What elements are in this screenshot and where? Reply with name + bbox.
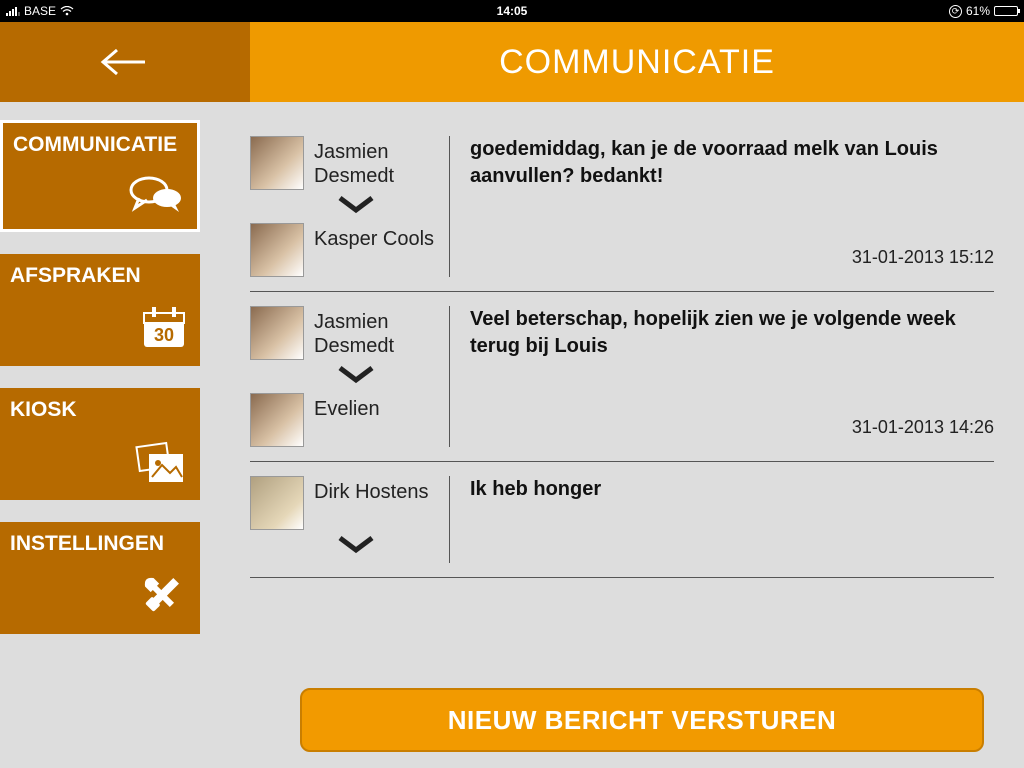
sender-name: Dirk Hostens [314, 480, 428, 504]
message-sender: Jasmien Desmedt [250, 306, 439, 360]
chevron-down-icon [336, 364, 376, 389]
sidebar-item-kiosk[interactable]: KIOSK [0, 388, 200, 500]
message-sender: Jasmien Desmedt [250, 136, 439, 190]
recipient-name: Evelien [314, 397, 380, 421]
message-timestamp: 31-01-2013 15:12 [852, 245, 994, 269]
message-row[interactable]: Dirk Hostens Ik heb honger [250, 462, 994, 578]
message-body: Veel beterschap, hopelijk zien we je vol… [470, 308, 956, 357]
wifi-icon [60, 4, 74, 19]
photos-icon [132, 441, 188, 490]
battery-icon [994, 6, 1018, 16]
sidebar-item-label: AFSPRAKEN [10, 264, 188, 288]
sender-name: Jasmien Desmedt [314, 310, 439, 358]
sender-name: Jasmien Desmedt [314, 140, 439, 188]
sidebar: COMMUNICATIE AFSPRAKEN 30 KIOSK INSTELLI… [0, 102, 210, 768]
message-recipient: Evelien [250, 393, 439, 447]
back-button[interactable] [0, 22, 250, 102]
page-title: COMMUNICATIE [250, 22, 1024, 102]
avatar [250, 476, 304, 530]
avatar [250, 223, 304, 277]
sidebar-item-label: COMMUNICATIE [13, 133, 185, 157]
message-row[interactable]: Jasmien Desmedt Evelien Veel beterschap,… [250, 292, 994, 462]
chevron-down-icon [336, 194, 376, 219]
orientation-lock-icon: ⟳ [949, 5, 962, 18]
sidebar-item-afspraken[interactable]: AFSPRAKEN 30 [0, 254, 200, 366]
sidebar-item-instellingen[interactable]: INSTELLINGEN [0, 522, 200, 634]
message-timestamp: 31-01-2013 14:26 [852, 415, 994, 439]
carrier-label: BASE [24, 4, 56, 18]
svg-text:30: 30 [154, 325, 174, 345]
app-header: COMMUNICATIE [0, 22, 1024, 102]
sidebar-item-communicatie[interactable]: COMMUNICATIE [0, 120, 200, 232]
calendar-icon: 30 [140, 305, 188, 356]
signal-icon [6, 7, 20, 16]
new-message-button[interactable]: NIEUW BERICHT VERSTUREN [300, 688, 984, 752]
message-list: Jasmien Desmedt Kasper Cools goedemiddag… [210, 102, 1024, 768]
recipient-name: Kasper Cools [314, 227, 434, 251]
sidebar-item-label: INSTELLINGEN [10, 532, 188, 556]
battery-percent: 61% [966, 4, 990, 18]
chevron-down-icon [336, 534, 376, 559]
sidebar-item-label: KIOSK [10, 398, 188, 422]
message-sender: Dirk Hostens [250, 476, 439, 530]
avatar [250, 136, 304, 190]
arrow-left-icon [95, 42, 155, 82]
message-recipient: Kasper Cools [250, 223, 439, 277]
message-body: goedemiddag, kan je de voorraad melk van… [470, 138, 938, 187]
message-row[interactable]: Jasmien Desmedt Kasper Cools goedemiddag… [250, 122, 994, 292]
chat-icon [129, 172, 185, 219]
avatar [250, 393, 304, 447]
clock: 14:05 [497, 4, 528, 18]
tools-icon [136, 571, 188, 624]
status-bar: BASE 14:05 ⟳ 61% [0, 0, 1024, 22]
avatar [250, 306, 304, 360]
message-body: Ik heb honger [470, 478, 601, 500]
